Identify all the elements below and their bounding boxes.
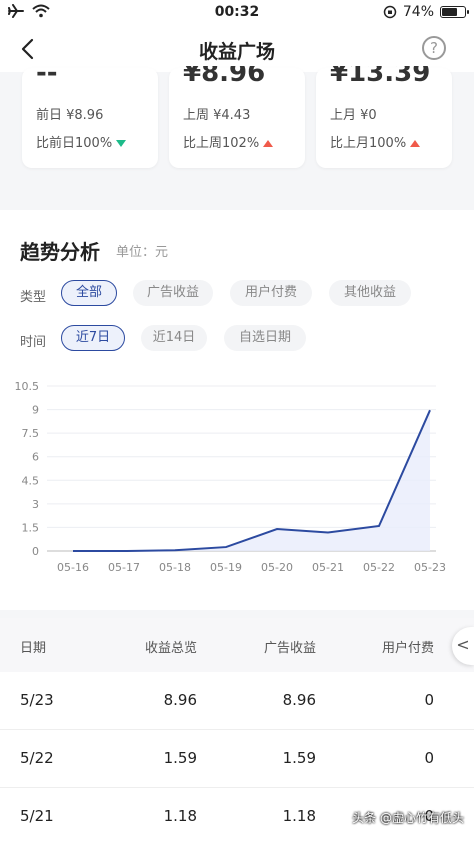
- time-filter-label: 时间: [20, 335, 47, 350]
- header-ad: 广告收益: [263, 641, 316, 656]
- cell-ad: 1.18: [282, 807, 316, 825]
- summary-prev: 上周 ¥4.43: [183, 108, 251, 123]
- x-tick-label: 05-17: [108, 561, 140, 574]
- summary-compare: 比前日100%: [36, 132, 158, 151]
- y-tick-label: 7.5: [22, 427, 40, 440]
- y-tick-label: 10.5: [15, 380, 40, 393]
- cell-date: 5/23: [20, 691, 54, 709]
- type-filter-label: 类型: [20, 290, 47, 305]
- x-tick-label: 05-22: [363, 561, 395, 574]
- summary-card-day[interactable]: -- 前日 ¥8.96 比前日100%: [22, 66, 158, 168]
- summary-prev: 前日 ¥8.96: [36, 108, 104, 123]
- watermark: 头条 @虚心竹有低头: [352, 811, 464, 825]
- x-tick-label: 05-21: [312, 561, 344, 574]
- page-title: 收益广场: [198, 41, 275, 63]
- x-tick-label: 05-19: [210, 561, 242, 574]
- y-tick-label: 1.5: [22, 521, 40, 534]
- type-chip-other[interactable]: 其他收益: [329, 280, 411, 306]
- summary-compare: 比上月100%: [330, 132, 452, 151]
- header-user-pay: 用户付费: [381, 641, 434, 656]
- summary-compare-text: 比前日100%: [36, 136, 113, 151]
- cell-total: 1.59: [163, 749, 197, 767]
- summary-compare-text: 比上周102%: [183, 136, 260, 151]
- type-chip-user-pay[interactable]: 用户付费: [230, 280, 312, 306]
- x-tick-label: 05-16: [57, 561, 89, 574]
- cell-total: 1.18: [163, 807, 197, 825]
- battery-percent: 74%: [402, 4, 434, 20]
- header-total: 收益总览: [144, 641, 197, 656]
- orientation-lock-icon: [383, 5, 397, 19]
- time-chip-14d[interactable]: 近14日: [141, 325, 207, 351]
- cell-user-pay: 0: [424, 749, 434, 767]
- trend-down-icon: [116, 140, 127, 147]
- cell-user-pay: 0: [424, 691, 434, 709]
- battery-fill: [442, 8, 457, 16]
- table-header: 日期 收益总览 广告收益 用户付费: [0, 618, 474, 672]
- summary-prev: 上月 ¥0: [330, 108, 377, 123]
- y-tick-label: 0: [32, 545, 39, 558]
- cell-total: 8.96: [163, 691, 197, 709]
- status-bar: 00:32 74%: [0, 0, 474, 26]
- y-tick-label: 3: [32, 498, 39, 511]
- battery-icon: [440, 6, 469, 18]
- summary-card-week[interactable]: ¥8.96 上周 ¥4.43 比上周102%: [169, 66, 305, 168]
- summary-section: -- 前日 ¥8.96 比前日100% ¥8.96 上周 ¥4.43 比上周10…: [0, 66, 474, 200]
- x-tick-label: 05-23: [414, 561, 446, 574]
- x-tick-label: 05-18: [159, 561, 191, 574]
- y-tick-label: 6: [32, 451, 39, 464]
- trend-up-icon: [263, 140, 274, 147]
- time-chip-custom[interactable]: 自选日期: [224, 325, 306, 351]
- summary-card-month[interactable]: ¥13.39 上月 ¥0 比上月100%: [316, 66, 452, 168]
- cell-date: 5/22: [20, 749, 54, 767]
- type-chip-ad[interactable]: 广告收益: [133, 280, 213, 306]
- table-row[interactable]: 5/22 1.59 1.59 0: [0, 730, 474, 788]
- y-tick-label: 4.5: [22, 474, 40, 487]
- header-date: 日期: [20, 641, 47, 656]
- cell-date: 5/21: [20, 807, 54, 825]
- status-right: 74%: [383, 4, 469, 20]
- trend-section: 趋势分析 单位：元 类型 全部 广告收益 用户付费 其他收益 时间 近7日 近1…: [0, 210, 474, 610]
- time-chip-7d[interactable]: 近7日: [61, 325, 125, 351]
- help-button[interactable]: ?: [422, 36, 446, 60]
- summary-value: ¥13.39: [330, 66, 431, 88]
- x-tick-label: 05-20: [261, 561, 293, 574]
- summary-compare: 比上周102%: [183, 132, 305, 151]
- cell-ad: 8.96: [282, 691, 316, 709]
- summary-value: --: [36, 66, 58, 88]
- trend-unit: 单位：元: [116, 245, 169, 260]
- table-row[interactable]: 5/23 8.96 8.96 0: [0, 672, 474, 730]
- trend-chart: 0 1.5 3 4.5 6 7.5 9 10.5 05-16 05-17 05-18 05-19 05-…: [15, 380, 446, 574]
- trend-heading: 趋势分析: [20, 240, 100, 264]
- y-tick-label: 9: [32, 404, 39, 417]
- summary-value: ¥8.96: [183, 66, 266, 88]
- type-chip-all[interactable]: 全部: [61, 280, 117, 306]
- trend-up-icon: [410, 140, 421, 147]
- cell-ad: 1.59: [282, 749, 316, 767]
- summary-compare-text: 比上月100%: [330, 136, 407, 151]
